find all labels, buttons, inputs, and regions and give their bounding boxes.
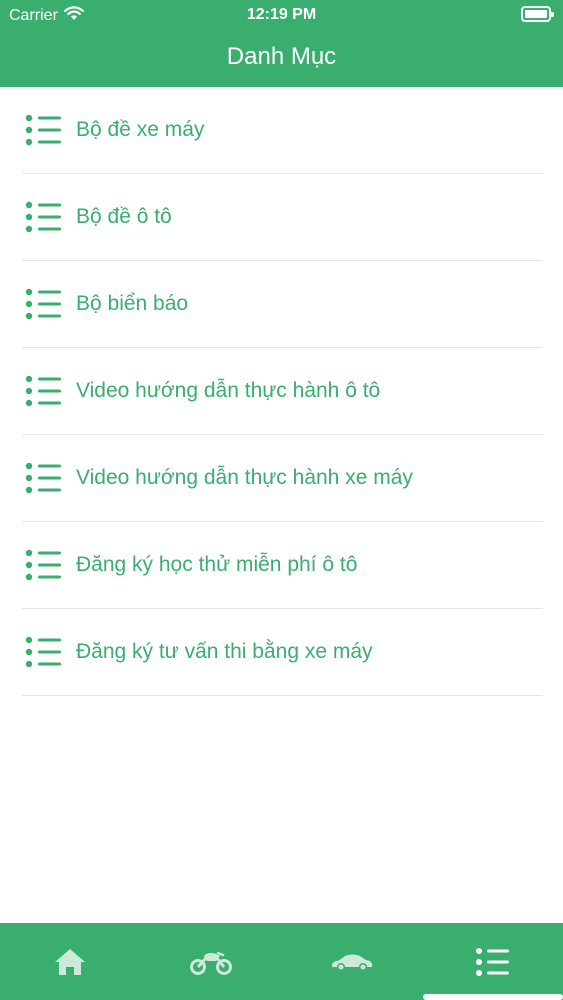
list-bullet-icon	[25, 288, 61, 320]
list-icon	[475, 947, 509, 976]
menu-list: Bộ đề xe máy Bộ đề ô tô Bộ biển báo Vide…	[0, 87, 563, 696]
menu-item[interactable]: Đăng ký học thử miễn phí ô tô	[22, 522, 543, 609]
navigation-bar: Carrier 12:19 PM Danh Mục	[0, 0, 563, 87]
menu-item[interactable]: Bộ đề xe máy	[22, 87, 543, 174]
list-bullet-icon	[25, 549, 61, 581]
list-bullet-icon	[25, 375, 61, 407]
menu-item[interactable]: Bộ đề ô tô	[22, 174, 543, 261]
menu-item[interactable]: Video hướng dẫn thực hành ô tô	[22, 348, 543, 435]
list-bullet-icon	[25, 636, 61, 668]
motorbike-icon	[190, 951, 233, 975]
car-icon	[331, 954, 372, 971]
tab-car[interactable]	[282, 923, 423, 1000]
page-title: Danh Mục	[226, 43, 337, 70]
tab-motorbike[interactable]	[141, 923, 282, 1000]
menu-item-label: Video hướng dẫn thực hành xe máy	[76, 466, 413, 489]
menu-item-label: Đăng ký học thử miễn phí ô tô	[76, 553, 358, 576]
active-tab-indicator	[423, 994, 563, 1000]
tab-home[interactable]	[0, 923, 141, 1000]
list-bullet-icon	[25, 201, 61, 233]
tab-list[interactable]	[422, 923, 563, 1000]
tab-bar	[0, 923, 563, 1000]
menu-item[interactable]: Bộ biển báo	[22, 261, 543, 348]
battery-icon	[521, 6, 554, 22]
menu-item-label: Bộ đề xe máy	[76, 118, 205, 141]
menu-item[interactable]: Đăng ký tư vấn thi bằng xe máy	[22, 609, 543, 696]
menu-item[interactable]: Video hướng dẫn thực hành xe máy	[22, 435, 543, 522]
menu-item-label: Bộ biển báo	[76, 292, 189, 315]
clock: 12:19 PM	[246, 6, 317, 23]
menu-item-label: Video hướng dẫn thực hành ô tô	[76, 379, 381, 402]
list-bullet-icon	[25, 114, 61, 146]
status-bar: Carrier 12:19 PM	[0, 0, 563, 30]
home-icon	[55, 948, 86, 975]
menu-item-label: Bộ đề ô tô	[76, 205, 172, 228]
menu-item-label: Đăng ký tư vấn thi bằng xe máy	[76, 640, 373, 663]
list-bullet-icon	[25, 462, 61, 494]
